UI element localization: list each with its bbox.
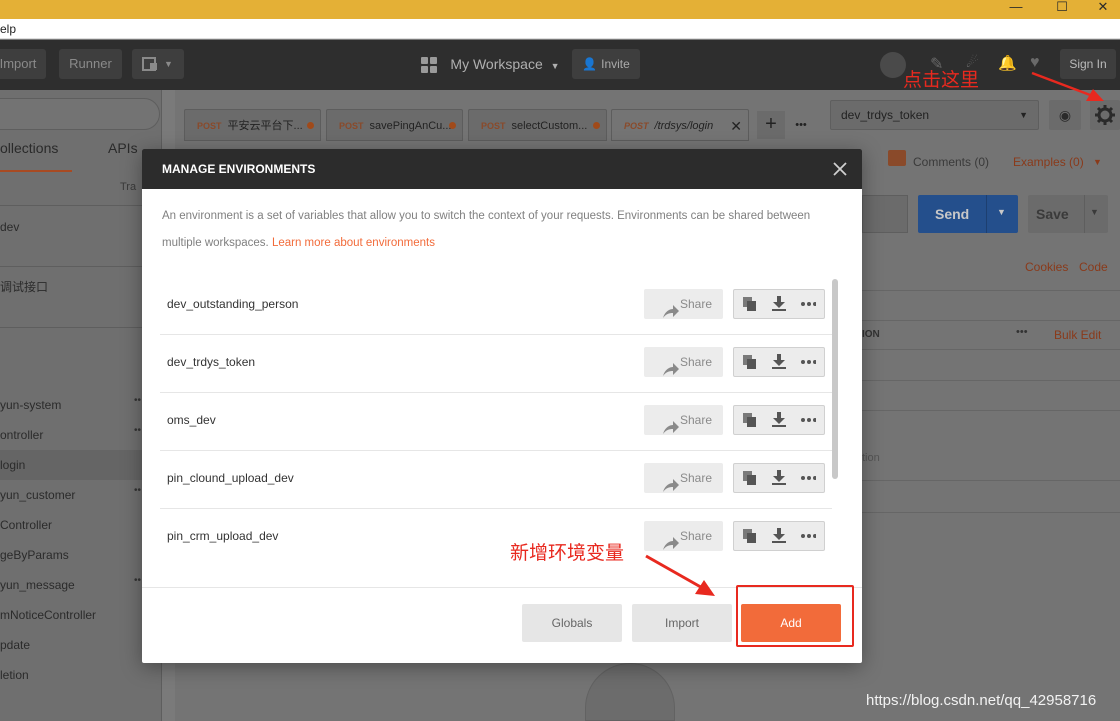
arrow-to-settings [1031, 71, 1104, 101]
annotation-arrows [645, 71, 1104, 596]
watermark: https://blog.csdn.net/qq_42958716 [866, 692, 1097, 709]
arrow-to-add [645, 554, 715, 596]
